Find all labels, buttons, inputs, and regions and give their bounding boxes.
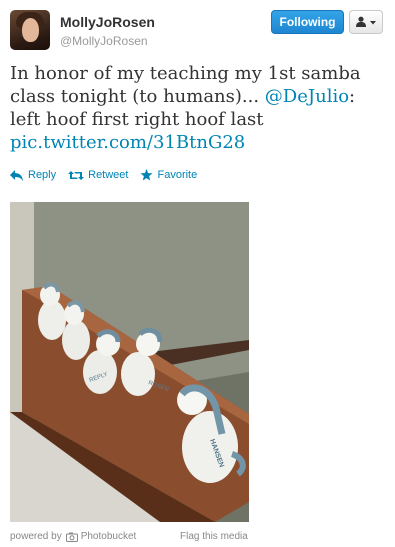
tweet-permalink: MollyJoRosen @MollyJoRosen Following In … <box>0 0 395 547</box>
powered-by[interactable]: powered by Photobucket <box>10 531 136 542</box>
powered-by-label: powered by <box>10 531 62 542</box>
user-icon <box>356 16 376 27</box>
tweet-text: In honor of my teaching my 1st samba cla… <box>10 62 380 154</box>
display-name[interactable]: MollyJoRosen <box>60 14 155 30</box>
reply-label: Reply <box>28 169 57 181</box>
retweet-label: Retweet <box>88 169 129 181</box>
media-link[interactable]: pic.twitter.com/31BtnG28 <box>10 132 245 153</box>
caret-down-icon <box>370 21 376 25</box>
avatar[interactable] <box>10 10 50 50</box>
photobucket-brand: Photobucket <box>65 531 137 542</box>
provider-name: Photobucket <box>80 531 137 542</box>
favorite-action[interactable]: Favorite <box>140 169 197 181</box>
favorite-label: Favorite <box>157 169 198 181</box>
user-actions-dropdown[interactable] <box>349 10 383 34</box>
following-button[interactable]: Following <box>271 10 344 34</box>
flag-media-link[interactable]: Flag this media <box>180 531 248 542</box>
mention-link[interactable]: @DeJulio <box>265 86 349 107</box>
tweet-header: MollyJoRosen @MollyJoRosen Following <box>10 10 385 58</box>
retweet-action[interactable]: Retweet <box>68 169 128 181</box>
reply-action[interactable]: Reply <box>10 169 56 181</box>
avatar-face <box>22 18 39 42</box>
screen-name[interactable]: @MollyJoRosen <box>60 34 148 48</box>
retweet-icon <box>68 170 85 180</box>
tweet-actions: Reply Retweet Favorite <box>10 166 209 184</box>
media-footer: powered by Photobucket Flag this media <box>10 531 385 543</box>
reply-icon <box>10 169 23 181</box>
media-photo[interactable]: REPLY ROSEN HANSEN <box>10 202 249 522</box>
star-icon <box>140 169 153 181</box>
photo-image: REPLY ROSEN HANSEN <box>10 202 249 522</box>
camera-icon <box>65 532 78 542</box>
